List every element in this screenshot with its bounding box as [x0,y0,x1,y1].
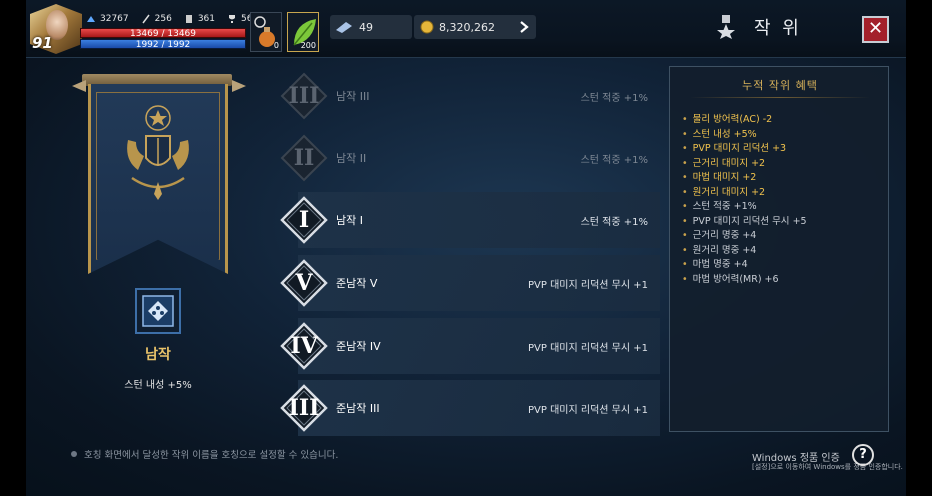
rank-numeral: II [293,145,315,171]
character-level: 91 [32,34,53,52]
lion-crest-icon [127,105,189,200]
page-header: 작 위 [716,14,802,40]
rank-label: 남작 III [336,90,370,103]
gold-coin-icon [420,20,434,34]
combat-power-icon [87,16,95,22]
benefit-item: 근거리 명중 +4 [682,229,807,244]
footer-hint: 호칭 화면에서 달성한 작위 이름을 호칭으로 설정할 수 있습니다. [70,447,338,461]
rank-row[interactable]: IV 준남작 IV PVP 대미지 리덕션 무시 +1 [274,318,660,374]
benefits-panel-title: 누적 작위 혜택 [742,79,818,92]
medal-icon [717,15,735,39]
rank-label: 준남작 III [336,402,380,415]
benefit-item: 근거리 대미지 +2 [682,157,807,172]
rank-numeral: III [288,395,320,421]
page-title: 작 위 [754,18,802,39]
game-screen: 91 32767 256 361 56 13469 / 13469 1992 /… [0,0,932,496]
stat-defense-value: 361 [197,14,216,24]
pole-tip-right-icon [232,80,246,92]
rank-row[interactable]: V 준남작 V PVP 대미지 리덕션 무시 +1 [274,255,660,311]
rank-label: 준남작 IV [336,340,381,353]
gold-counter: 8,320,262 [414,15,536,39]
rank-row[interactable]: II 남작 II 스턴 적중 +1% [274,130,660,186]
letterbox-right [906,0,932,496]
rank-badge[interactable] [135,288,181,334]
rank-numeral: V [295,270,313,296]
rank-row[interactable]: III 남작 III 스턴 적중 +1% [274,68,660,124]
hp-bar: 13469 / 13469 [80,28,246,39]
rank-label: 남작 I [336,214,363,227]
potion-count: 0 [273,41,279,50]
ticket-value: 49 [359,20,373,34]
benefits-panel: 누적 작위 혜택 물리 방어력(AC) -2 스턴 내성 +5% PVP 대미지… [669,66,889,432]
trophy-icon [229,15,236,23]
rank-numeral: III [288,83,320,109]
rank-emblem-icon [142,295,174,327]
benefit-item: 원거리 대미지 +2 [682,186,807,201]
rank-numeral: IV [290,333,318,359]
mp-bar: 1992 / 1992 [80,39,246,50]
rank-label: 남작 II [336,152,367,165]
stat-attack-value: 256 [154,14,172,24]
benefit-item: 마법 대미지 +2 [682,171,807,186]
rank-row-current[interactable]: I 남작 I 스턴 적중 +1% [274,192,660,248]
sword-icon [142,14,150,24]
benefit-item: 스턴 적중 +1% [682,200,807,215]
current-rank-effect: 스턴 내성 +5% [124,380,192,391]
rank-bonus: 스턴 적중 +1% [580,155,648,166]
letterbox-left [0,0,26,496]
benefit-item: PVP 대미지 리덕션 +3 [682,142,807,157]
rank-numeral: I [298,207,310,233]
benefit-item: 마법 방어력(MR) +6 [682,273,807,288]
rank-bonus: 스턴 적중 +1% [580,217,648,228]
benefits-list: 물리 방어력(AC) -2 스턴 내성 +5% PVP 대미지 리덕션 +3 근… [682,113,807,287]
rank-bonus: PVP 대미지 리덕션 무시 +1 [528,343,648,354]
stats-row: 32767 256 361 56 [86,14,266,24]
benefit-item: 물리 방어력(AC) -2 [682,113,807,128]
close-button[interactable]: ✕ [862,16,889,43]
ticket-icon [336,22,352,33]
combat-power-value: 32767 [100,14,129,24]
panel-divider [690,97,870,98]
rank-bonus: PVP 대미지 리덕션 무시 +1 [528,405,648,416]
benefit-item: 스턴 내성 +5% [682,128,807,143]
herb-count: 200 [300,41,316,50]
potion-slot[interactable]: 0 [250,12,282,52]
windows-watermark-subtitle: [설정]으로 이동하여 Windows를 정품 인증합니다. [752,463,903,471]
rank-row[interactable]: III 준남작 III PVP 대미지 리덕션 무시 +1 [274,380,660,436]
rank-bonus: 스턴 적중 +1% [580,93,648,104]
chevron-right-icon[interactable] [518,20,530,34]
rank-bonus: PVP 대미지 리덕션 무시 +1 [528,280,648,291]
ticket-counter: 49 [330,15,412,39]
gold-value: 8,320,262 [439,20,495,34]
benefit-item: 원거리 명중 +4 [682,244,807,259]
current-rank-name: 남작 [145,347,171,363]
benefit-item: PVP 대미지 리덕션 무시 +5 [682,215,807,230]
rank-label: 준남작 V [336,277,378,290]
herb-slot[interactable]: 200 [287,12,319,52]
benefit-item: 마법 명중 +4 [682,258,807,273]
help-button[interactable]: ? [852,444,874,466]
bullet-icon [71,451,77,457]
footer-hint-text: 호칭 화면에서 달성한 작위 이름을 호칭으로 설정할 수 있습니다. [84,450,339,461]
armor-icon [185,15,192,23]
